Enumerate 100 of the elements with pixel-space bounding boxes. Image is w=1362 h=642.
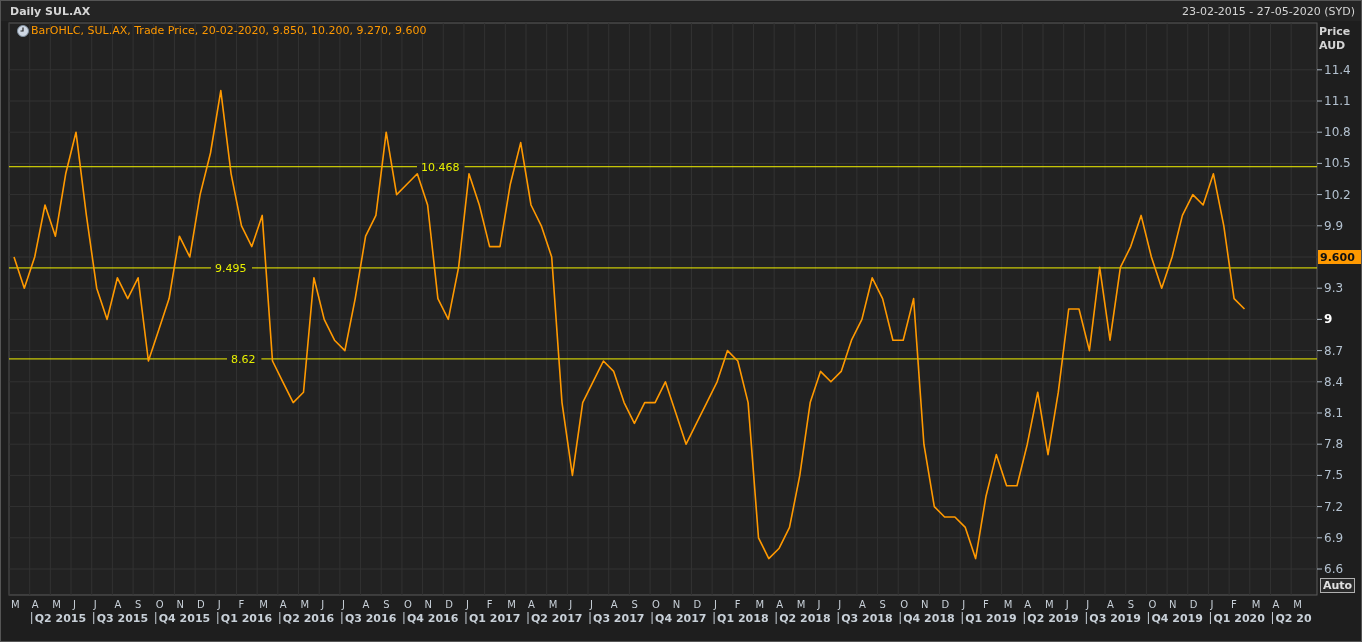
y-tick-mark	[1316, 100, 1323, 102]
y-tick-label: 9.3	[1324, 281, 1344, 296]
month-label: S	[135, 599, 142, 610]
level-label: 9.495	[215, 261, 247, 275]
month-label: M	[548, 599, 558, 610]
month-label: D	[197, 599, 205, 610]
month-label: J	[321, 599, 325, 610]
quarter-label: Q3 2018	[841, 612, 893, 625]
quarter-label: Q4 2017	[655, 612, 707, 625]
y-tick-mark	[1316, 412, 1323, 414]
month-label: A	[279, 599, 287, 610]
month-label: O	[403, 599, 412, 610]
y-tick-mark	[1316, 162, 1323, 164]
quarter-divider	[1209, 611, 1211, 625]
month-label: S	[1127, 599, 1135, 610]
axis-title: Price	[1319, 25, 1351, 38]
month-label: O	[900, 599, 909, 610]
quarter-label: Q4 2019	[1151, 612, 1203, 625]
month-label: A	[1024, 599, 1032, 610]
y-tick-label: 10.5	[1324, 156, 1351, 171]
month-label: J	[590, 599, 593, 610]
y-tick-label: 8.7	[1324, 343, 1344, 358]
month-label: O	[155, 599, 164, 610]
auto-scale-button[interactable]: Auto	[1320, 578, 1356, 593]
last-price-marker: 9.600	[1318, 250, 1361, 264]
y-tick-mark	[1316, 537, 1323, 539]
month-label: J	[962, 599, 966, 610]
level-label: 8.62	[231, 352, 256, 366]
quarter-divider	[31, 611, 33, 625]
month-label: N	[920, 599, 929, 610]
quarter-label: Q2 2016	[282, 612, 335, 625]
month-label: M	[1251, 599, 1261, 610]
y-tick-label: 8.4	[1324, 374, 1344, 389]
quarter-label: Q3 2017	[593, 612, 645, 625]
y-tick-label: 7.8	[1324, 437, 1344, 452]
month-label: S	[631, 599, 638, 610]
y-tick-label: 9.9	[1324, 218, 1344, 233]
quarter-divider	[155, 611, 157, 625]
y-tick-label: 9	[1324, 312, 1333, 327]
quarter-divider	[403, 611, 405, 625]
month-label: J	[569, 599, 573, 610]
y-tick-label: 10.2	[1324, 187, 1351, 202]
month-label: N	[176, 599, 184, 610]
month-label: F	[734, 599, 741, 610]
quarter-label: Q1 2016	[220, 612, 273, 625]
y-tick-mark	[1316, 225, 1323, 227]
month-label: A	[776, 599, 783, 610]
month-label: A	[528, 599, 535, 610]
month-label: O	[652, 599, 660, 610]
quarter-divider	[837, 611, 839, 625]
month-label: F	[1231, 599, 1237, 610]
quarter-divider	[93, 611, 95, 625]
y-tick-label: 11.4	[1324, 62, 1351, 77]
month-label: J	[838, 599, 842, 610]
y-tick-label: 6.9	[1324, 530, 1344, 545]
month-label: J	[93, 599, 97, 610]
quarter-divider	[1085, 611, 1087, 625]
month-label: A	[362, 599, 370, 610]
month-label: M	[11, 599, 20, 610]
quarter-label: Q3 2015	[96, 612, 149, 625]
y-tick-mark	[1316, 131, 1323, 133]
month-label: M	[1293, 599, 1302, 610]
month-label: A	[114, 599, 122, 610]
quarter-label: Q1 2018	[717, 612, 769, 625]
month-label: J	[1210, 599, 1214, 610]
y-tick-mark	[1316, 69, 1323, 71]
axis-unit: AUD	[1319, 39, 1346, 52]
quarter-divider	[1272, 611, 1273, 625]
y-tick-label: 8.1	[1324, 406, 1344, 420]
month-label: A	[858, 599, 866, 610]
quarter-divider	[775, 611, 777, 625]
quarter-label: Q4 2016	[406, 612, 459, 625]
y-tick-label: 10.8	[1324, 125, 1351, 140]
y-tick-label: 6.6	[1324, 562, 1344, 576]
quarter-label: Q2 2019	[1027, 612, 1079, 625]
date-range: 23-02-2015 - 27-05-2020 (SYD)	[1181, 4, 1355, 18]
y-tick-mark	[1316, 474, 1323, 476]
month-label: J	[1065, 599, 1069, 610]
month-label: A	[610, 599, 618, 610]
month-label: M	[259, 599, 268, 610]
y-tick-mark	[1316, 287, 1323, 289]
month-label: J	[73, 599, 76, 610]
quarter-label: Q1 2017	[468, 612, 521, 625]
month-label: D	[445, 599, 453, 610]
quarter-divider	[341, 611, 343, 625]
quarter-divider	[465, 611, 467, 625]
quarter-divider	[713, 611, 715, 625]
quarter-label: Q1 2019	[965, 612, 1017, 625]
month-label: D	[941, 599, 950, 610]
quarter-divider	[279, 611, 281, 625]
quarter-divider	[589, 611, 591, 625]
quarter-label: Q2 2015	[34, 612, 87, 625]
month-label: F	[982, 599, 989, 610]
month-label: J	[341, 599, 345, 610]
quarter-divider	[527, 611, 529, 625]
quarter-divider	[1147, 611, 1149, 625]
quarter-label: Q4 2015	[158, 612, 211, 625]
clock-icon	[17, 24, 29, 37]
month-label: M	[52, 599, 61, 610]
y-tick-label: 7.5	[1324, 468, 1344, 483]
